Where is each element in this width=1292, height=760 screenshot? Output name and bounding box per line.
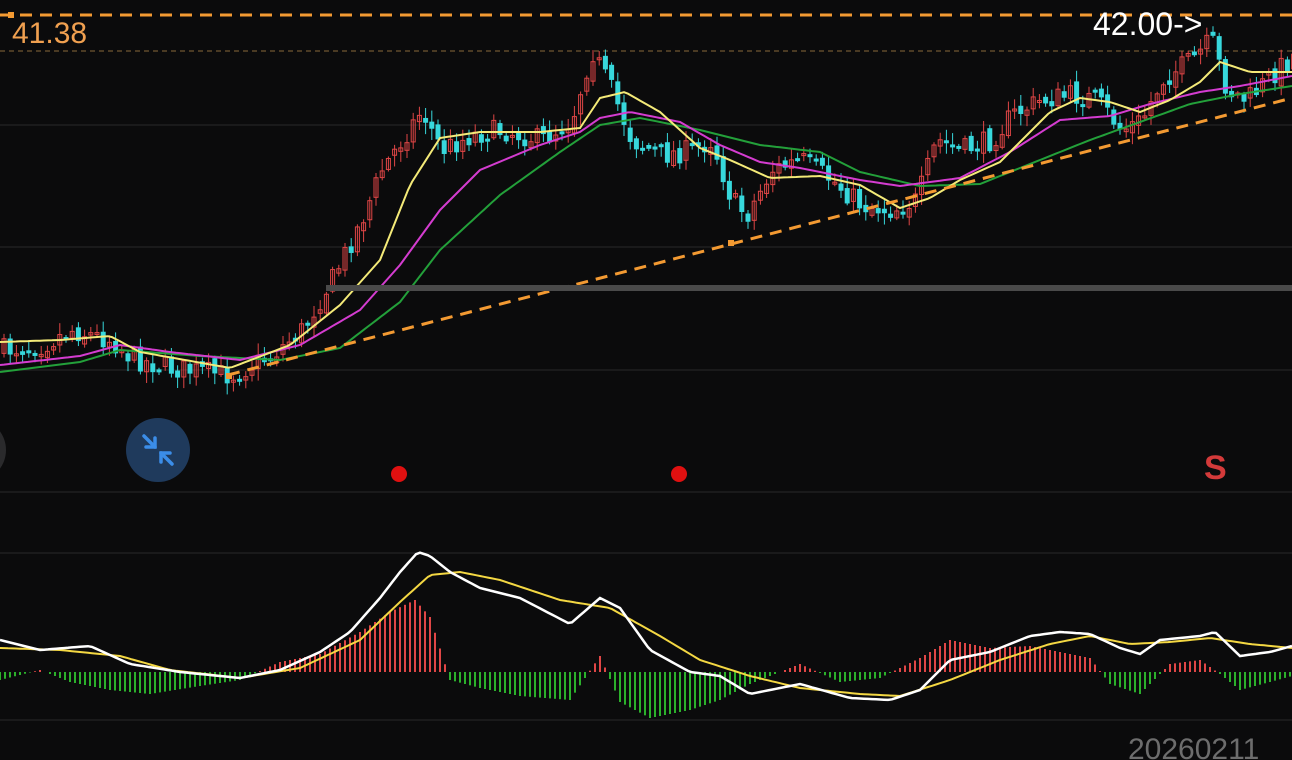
candle-body xyxy=(150,363,156,373)
candle-body xyxy=(1043,96,1049,104)
candle-body xyxy=(435,124,441,140)
candle-body xyxy=(156,369,162,373)
candle-body xyxy=(559,131,565,135)
signal-dot xyxy=(671,466,687,482)
candle-body xyxy=(664,142,670,163)
candle-body xyxy=(1111,109,1117,125)
candle-body xyxy=(1092,89,1098,93)
ma-short-line xyxy=(0,60,1292,369)
pressure-band xyxy=(326,285,1292,291)
candle-body xyxy=(1098,88,1104,98)
candle-body xyxy=(441,140,447,154)
candle-body xyxy=(807,154,813,158)
candle-body xyxy=(1241,93,1247,102)
candle-body xyxy=(125,353,131,362)
price-label: 41.38 xyxy=(12,17,88,50)
collapse-arrows-icon xyxy=(142,434,174,466)
candle-body xyxy=(974,148,980,152)
candle-body xyxy=(516,131,522,141)
moving-average-lines xyxy=(0,60,1292,373)
candle-body xyxy=(423,117,429,123)
candle-body xyxy=(987,128,993,152)
candlestick-series xyxy=(1,26,1292,395)
candle-body xyxy=(348,246,354,253)
candle-body xyxy=(1061,91,1067,98)
candle-body xyxy=(844,188,850,204)
candle-body xyxy=(875,208,881,214)
candle-body xyxy=(900,211,906,215)
target-price-label: 42.00-> xyxy=(1093,6,1203,42)
chart-canvas[interactable] xyxy=(0,0,1292,760)
candle-body xyxy=(522,139,528,147)
candle-body xyxy=(168,356,174,374)
candle-body xyxy=(813,158,819,162)
candle-body xyxy=(677,148,683,164)
candle-body xyxy=(689,143,695,147)
candle-body xyxy=(888,213,894,218)
candle-body xyxy=(1284,59,1290,72)
candle-body xyxy=(175,370,181,378)
candle-body xyxy=(720,156,726,183)
candle-body xyxy=(714,145,720,160)
candle-body xyxy=(547,131,553,143)
candle-body xyxy=(1049,101,1055,107)
candle-body xyxy=(609,64,615,80)
candle-body xyxy=(726,180,732,200)
candle-body xyxy=(1272,68,1278,84)
candle-body xyxy=(857,188,863,209)
candle-body xyxy=(652,146,658,150)
ma-long-line xyxy=(0,85,1292,373)
candle-body xyxy=(1080,104,1086,108)
candle-body xyxy=(602,55,608,70)
candle-body xyxy=(32,352,38,356)
candle-body xyxy=(627,127,633,142)
candle-body xyxy=(658,144,664,148)
candle-body xyxy=(237,378,243,382)
candle-body xyxy=(1216,36,1222,60)
candle-body xyxy=(429,121,435,129)
trendline-anchor xyxy=(728,240,734,246)
candle-body xyxy=(819,157,825,166)
signal-dot xyxy=(391,466,407,482)
candle-body xyxy=(838,183,844,191)
candle-body xyxy=(1018,105,1024,114)
candle-body xyxy=(956,145,962,149)
macd-panel xyxy=(0,551,1292,718)
candle-body xyxy=(739,195,745,213)
candle-body xyxy=(187,363,193,374)
candle-body xyxy=(305,322,311,326)
date-label: 20260211 xyxy=(1128,733,1260,760)
candle-body xyxy=(795,158,801,162)
candle-body xyxy=(478,134,484,143)
candle-body xyxy=(646,145,652,149)
candle-body xyxy=(100,331,106,348)
candle-body xyxy=(466,138,472,146)
candle-body xyxy=(633,138,639,150)
stock-chart-screen: 41.38 42.00-> S 20260211 xyxy=(0,0,1292,760)
candle-body xyxy=(1167,80,1173,85)
candle-body xyxy=(1191,51,1197,56)
candle-body xyxy=(1210,31,1216,36)
candle-body xyxy=(503,135,509,142)
candle-body xyxy=(485,138,491,142)
sell-signal-marker: S xyxy=(1204,449,1227,487)
candle-body xyxy=(26,350,32,354)
candle-body xyxy=(454,141,460,153)
candle-body xyxy=(943,140,949,144)
candle-body xyxy=(881,208,887,214)
trendline-anchor xyxy=(226,373,232,379)
candle-body xyxy=(20,351,26,355)
candle-body xyxy=(745,213,751,222)
candle-body xyxy=(950,144,956,148)
candle-body xyxy=(640,147,646,151)
candle-body xyxy=(968,135,974,152)
shrink-chart-button[interactable] xyxy=(126,418,190,482)
grid-lines xyxy=(0,50,1292,721)
